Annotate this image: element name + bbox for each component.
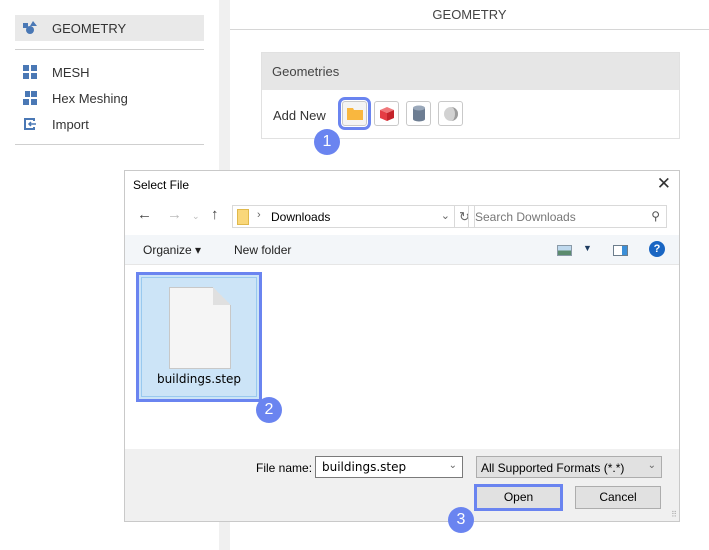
add-sphere-button[interactable] <box>438 101 463 126</box>
import-file-button[interactable] <box>338 97 371 130</box>
chevron-down-icon[interactable]: ⌄ <box>449 460 457 471</box>
close-icon[interactable]: ✕ <box>657 174 671 194</box>
breadcrumb-chevron-icon: › <box>257 209 261 221</box>
cube-icon <box>379 106 394 121</box>
preview-pane-icon[interactable] <box>613 245 628 256</box>
sidebar-item-label: GEOMETRY <box>52 20 127 36</box>
chevron-down-icon[interactable]: ⌄ <box>441 209 450 222</box>
search-placeholder: Search Downloads <box>475 210 576 224</box>
recent-locations-icon[interactable]: ⌄ <box>192 211 200 222</box>
add-box-button[interactable] <box>374 101 399 126</box>
sidebar-divider <box>15 49 204 50</box>
import-icon <box>24 118 36 130</box>
sidebar-item-hex-meshing[interactable]: Hex Meshing <box>15 87 204 109</box>
file-type-value: All Supported Formats (*.*) <box>481 461 625 475</box>
forward-arrow-icon[interactable]: → <box>167 206 182 223</box>
file-type-select[interactable]: All Supported Formats (*.*) ⌄ <box>476 456 662 478</box>
geometries-panel: Geometries Add New <box>261 52 680 139</box>
resize-grip-icon[interactable]: ⠿ <box>671 510 677 519</box>
search-icon: ⚲ <box>651 209 660 223</box>
command-bar: Organize ▾ New folder ▼ ? <box>125 235 679 265</box>
sphere-icon <box>443 106 458 121</box>
help-icon[interactable]: ? <box>649 241 665 257</box>
file-list: buildings.step <box>125 266 679 449</box>
organize-button[interactable]: Organize ▾ <box>143 243 201 257</box>
dialog-title: Select File <box>133 178 190 192</box>
sidebar-item-label: Import <box>52 116 89 132</box>
hex-mesh-icon <box>23 91 37 105</box>
open-button[interactable]: Open <box>474 484 563 511</box>
file-name-value: buildings.step <box>322 460 407 474</box>
geometry-shapes-icon <box>23 21 37 34</box>
sidebar-item-label: MESH <box>52 64 90 80</box>
mesh-grid-icon <box>23 65 37 79</box>
add-cylinder-button[interactable] <box>406 101 431 126</box>
dialog-footer: File name: buildings.step ⌄ All Supporte… <box>125 449 679 521</box>
change-view-icon[interactable] <box>557 245 572 256</box>
sidebar-item-import[interactable]: Import <box>15 113 204 135</box>
folder-icon <box>237 209 249 225</box>
file-item[interactable]: buildings.step <box>136 272 262 402</box>
folder-icon <box>346 108 363 120</box>
up-arrow-icon[interactable]: ↑ <box>211 206 219 223</box>
sidebar-item-mesh[interactable]: MESH <box>15 61 204 83</box>
address-bar[interactable]: › Downloads ⌄ <box>232 205 455 228</box>
back-arrow-icon[interactable]: ← <box>137 206 152 223</box>
cylinder-icon <box>412 105 425 122</box>
cancel-button[interactable]: Cancel <box>575 486 661 509</box>
select-file-dialog: Select File ✕ ← → ⌄ ↑ › Downloads ⌄ ↻ Se… <box>124 170 680 522</box>
view-dropdown-icon[interactable]: ▼ <box>583 243 592 253</box>
document-icon <box>169 287 231 369</box>
new-folder-button[interactable]: New folder <box>234 243 291 257</box>
add-new-label: Add New <box>273 108 326 123</box>
breadcrumb-current[interactable]: Downloads <box>271 210 330 224</box>
page-title: GEOMETRY <box>230 0 709 30</box>
search-input[interactable]: Search Downloads ⚲ <box>468 205 667 228</box>
sidebar-item-geometry[interactable]: GEOMETRY <box>15 15 204 41</box>
file-name-label: File name: <box>256 461 313 475</box>
sidebar-divider <box>15 144 204 145</box>
step-badge-3: 3 <box>448 507 474 533</box>
chevron-down-icon: ⌄ <box>647 460 656 471</box>
panel-header: Geometries <box>262 53 679 90</box>
step-badge-1: 1 <box>314 129 340 155</box>
file-name: buildings.step <box>156 372 242 386</box>
step-badge-2: 2 <box>256 397 282 423</box>
sidebar-item-label: Hex Meshing <box>52 90 128 106</box>
file-name-field[interactable]: buildings.step ⌄ <box>315 456 463 478</box>
